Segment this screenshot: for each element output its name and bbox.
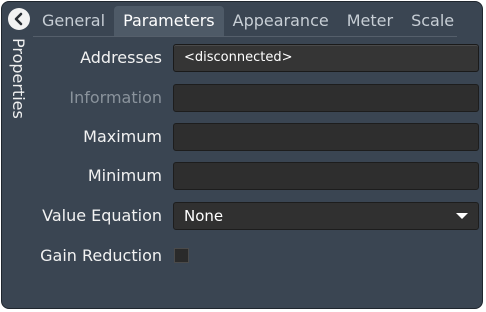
tab-bar: General Parameters Appearance Meter Scal… [33, 6, 463, 36]
gain-reduction-label: Gain Reduction [40, 246, 162, 265]
tab-appearance[interactable]: Appearance [224, 6, 338, 36]
back-button[interactable] [8, 8, 30, 30]
minimum-field[interactable] [173, 162, 479, 190]
maximum-label: Maximum [83, 127, 162, 146]
addresses-button[interactable]: <disconnected> [173, 44, 479, 72]
properties-panel: Properties General Parameters Appearance… [1, 1, 483, 309]
maximum-field[interactable] [173, 123, 479, 151]
gain-reduction-row: Gain Reduction [32, 242, 482, 270]
addresses-row: Addresses <disconnected> [32, 44, 482, 72]
addresses-label: Addresses [80, 48, 162, 67]
tab-meter[interactable]: Meter [338, 6, 402, 36]
information-field [173, 84, 479, 112]
information-label: Information [69, 88, 162, 107]
chevron-left-icon [14, 12, 23, 26]
tab-scale[interactable]: Scale [402, 6, 463, 36]
minimum-label: Minimum [87, 166, 162, 185]
tab-divider [33, 36, 457, 37]
dropdown-arrow-icon [456, 213, 468, 219]
information-row: Information [32, 84, 482, 112]
tab-parameters[interactable]: Parameters [114, 6, 224, 36]
sidebar-title: Properties [9, 38, 28, 119]
value-equation-selected: None [184, 207, 224, 225]
value-equation-label: Value Equation [42, 206, 162, 225]
value-equation-select[interactable]: None [173, 202, 479, 230]
properties-sidebar: Properties [2, 2, 32, 308]
minimum-row: Minimum [32, 162, 482, 190]
tab-general[interactable]: General [33, 6, 114, 36]
maximum-row: Maximum [32, 123, 482, 151]
gain-reduction-checkbox[interactable] [174, 248, 189, 263]
value-equation-row: Value Equation None [32, 202, 482, 230]
